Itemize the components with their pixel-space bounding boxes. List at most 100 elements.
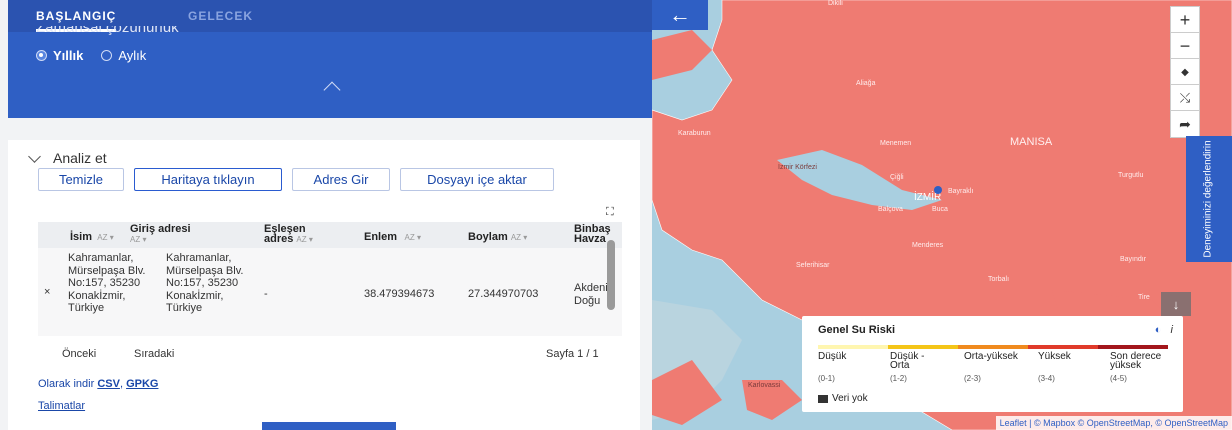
feedback-tab[interactable]: Deneyiminizi değerlendirin	[1186, 136, 1232, 262]
map-label: İzmir Körfezi	[778, 164, 817, 171]
opacity-icon[interactable]: ◐	[1155, 324, 1162, 336]
map-label: Seferihisar	[796, 262, 830, 269]
legend-range: (1-2)	[890, 374, 907, 383]
radio-monthly[interactable]	[101, 50, 113, 61]
zoom-out-button[interactable]: −	[1170, 32, 1200, 60]
cell-matched: -	[264, 288, 268, 300]
sort-icon[interactable]: AZ ▾	[130, 235, 146, 244]
analyze-toggle[interactable]: Analiz et	[28, 149, 107, 166]
col-lon-label: Boylam	[468, 231, 508, 243]
legend-label: Orta-yüksek	[964, 351, 1018, 362]
col-lat-label: Enlem	[364, 231, 398, 243]
map-label: Bayındır	[1120, 256, 1147, 263]
expand-icon[interactable]: ⛶	[606, 206, 614, 219]
app: BAŞLANGIÇ GELECEK Zamansal çözünürlük Yı…	[0, 0, 1232, 430]
legend-icons: ◐ i	[1155, 324, 1173, 336]
settings-header: BAŞLANGIÇ GELECEK Zamansal çözünürlük Yı…	[8, 0, 652, 118]
map-label: Turgutlu	[1118, 172, 1144, 179]
col-matched-address[interactable]: Eşleşen adres AZ ▾	[264, 224, 326, 245]
legend-toggle-icon[interactable]: ↓	[1161, 292, 1191, 316]
legend-swatch	[818, 345, 888, 349]
col-input-address[interactable]: Giriş adresi AZ ▾	[130, 224, 192, 245]
col-lat[interactable]: Enlem AZ ▾	[364, 232, 421, 243]
tab-future[interactable]: GELECEK	[188, 9, 253, 23]
no-data-swatch	[818, 394, 828, 403]
col-name-label: İsim	[70, 231, 93, 243]
enter-address-button[interactable]: Adres Gir	[292, 168, 390, 191]
legend-color-bar	[818, 345, 1168, 349]
legend-label: Düşük	[818, 351, 847, 362]
page-indicator: Sayfa 1 / 1	[546, 348, 599, 360]
import-file-button[interactable]: Dosyayı içe aktar	[400, 168, 554, 191]
analysis-panel: BAŞLANGIÇ GELECEK Zamansal çözünürlük Yı…	[0, 0, 652, 430]
collapse-chevron-icon[interactable]	[323, 81, 341, 99]
map-attribution[interactable]: Leaflet | © Mapbox © OpenStreetMap, © Op…	[995, 416, 1232, 430]
legend-no-data: Veri yok	[818, 393, 868, 404]
legend-label: Düşük - Orta	[890, 351, 925, 371]
chevron-down-icon	[28, 149, 41, 163]
analyze-title: Analiz et	[53, 150, 107, 166]
remove-row-icon[interactable]: ×	[44, 286, 50, 299]
map-label: Menemen	[880, 140, 912, 147]
map-label: Balçova	[878, 206, 903, 213]
map-label: Dikili	[828, 0, 843, 7]
cell-lon: 27.344970703	[468, 288, 539, 300]
radio-yearly[interactable]	[36, 50, 47, 61]
tab-start[interactable]: BAŞLANGIÇ	[36, 9, 117, 32]
feedback-label: Deneyiminizi değerlendirin	[1202, 140, 1214, 258]
back-arrow-icon[interactable]: ←	[652, 0, 708, 30]
map-label: Karlovassi	[748, 382, 781, 389]
cell-input-address: Kahramanlar, Mürselpaşa Blv. No:157, 352…	[166, 252, 244, 314]
sort-icon[interactable]: AZ ▾	[511, 233, 527, 242]
cell-lat: 38.479394673	[364, 288, 435, 300]
radio-monthly-label[interactable]: Aylık	[118, 48, 146, 63]
layers-icon[interactable]: ◆	[1170, 58, 1200, 86]
col-lon[interactable]: Boylam AZ ▾	[468, 232, 527, 243]
map-label: Aliağa	[856, 80, 876, 87]
legend-range: (4-5)	[1110, 374, 1127, 383]
download-label: Olarak indir	[38, 378, 95, 390]
map-label: Buca	[932, 206, 948, 213]
map-label: Tire	[1138, 294, 1150, 301]
map-label: Çiğli	[890, 174, 904, 181]
map-label: MANISA	[1010, 136, 1053, 148]
compare-icon[interactable]: ⤯	[1170, 84, 1200, 112]
share-icon[interactable]: ➦	[1170, 110, 1200, 138]
table-scrollbar[interactable]	[607, 240, 615, 310]
location-marker-icon[interactable]	[934, 186, 942, 194]
resolution-label: Zamansal çözünürlük	[36, 26, 179, 36]
legend-title: Genel Su Riski	[818, 324, 896, 336]
sort-icon[interactable]: AZ ▾	[296, 235, 312, 244]
legend-label: Son derece yüksek	[1110, 351, 1162, 371]
sort-icon[interactable]: AZ ▾	[400, 233, 421, 242]
click-map-button[interactable]: Haritaya tıklayın	[134, 168, 282, 191]
cell-basin: Akdeniz Doğu	[574, 282, 608, 307]
no-data-label: Veri yok	[832, 393, 868, 404]
legend-swatch	[888, 345, 958, 349]
prev-page-button[interactable]: Önceki	[62, 348, 96, 360]
legend-swatch	[1098, 345, 1168, 349]
instructions-link[interactable]: Talimatlar	[38, 400, 85, 412]
legend-range: (3-4)	[1038, 374, 1055, 383]
radio-yearly-label[interactable]: Yıllık	[53, 48, 83, 63]
table-row[interactable]: × Kahramanlar, Mürselpaşa Blv. No:157, 3…	[38, 248, 622, 336]
table-header: İsim AZ ▾ Giriş adresi AZ ▾ Eşleşen adre…	[38, 222, 622, 248]
sort-icon[interactable]: AZ ▾	[95, 233, 113, 242]
legend-swatch	[958, 345, 1028, 349]
legend-swatch	[1028, 345, 1098, 349]
legend-range: (0-1)	[818, 374, 835, 383]
cell-name: Kahramanlar, Mürselpaşa Blv. No:157, 352…	[68, 252, 146, 314]
info-icon[interactable]: i	[1171, 324, 1173, 336]
map-label: Menderes	[912, 242, 944, 249]
download-csv-link[interactable]: CSV	[97, 378, 120, 390]
map-label: Torbalı	[988, 276, 1010, 283]
zoom-in-button[interactable]: +	[1170, 6, 1200, 34]
clear-button[interactable]: Temizle	[38, 168, 124, 191]
download-row: Olarak indir CSV, GPKG	[38, 378, 159, 390]
bottom-action-bar[interactable]	[262, 422, 396, 430]
map-view[interactable]: Dikili Aliağa Karaburun Menemen MANISA T…	[652, 0, 1232, 430]
results-table: İsim AZ ▾ Giriş adresi AZ ▾ Eşleşen adre…	[38, 222, 622, 336]
download-gpkg-link[interactable]: GPKG	[126, 378, 158, 390]
col-name[interactable]: İsim AZ ▾	[70, 232, 114, 243]
next-page-button[interactable]: Sıradaki	[134, 348, 174, 360]
